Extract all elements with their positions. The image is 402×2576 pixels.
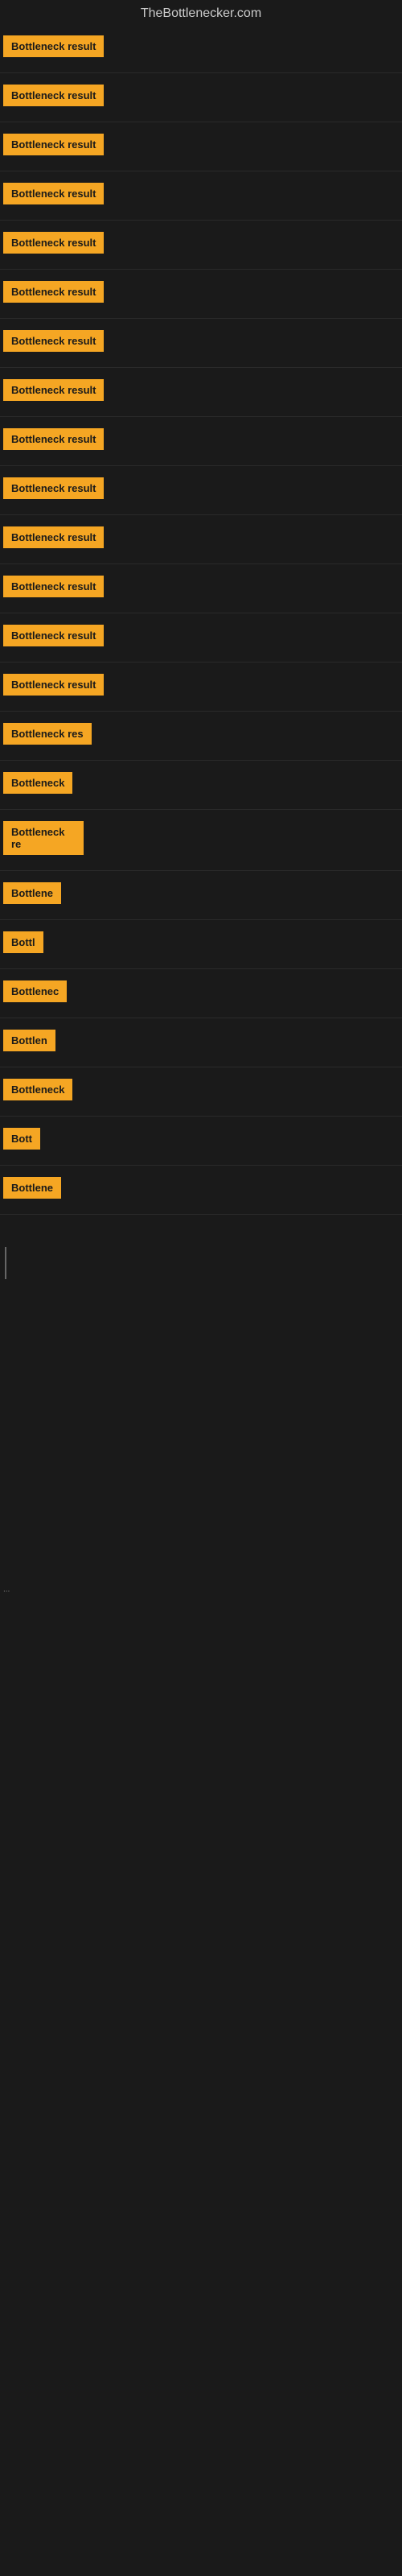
- bottleneck-badge-9[interactable]: Bottleneck result: [3, 428, 104, 450]
- row-18: Bottlene: [0, 871, 402, 920]
- bottleneck-badge-3[interactable]: Bottleneck result: [3, 134, 104, 155]
- row-16: Bottleneck: [0, 761, 402, 810]
- row-15: Bottleneck res: [0, 712, 402, 761]
- row-6: Bottleneck result: [0, 270, 402, 319]
- row-7: Bottleneck result: [0, 319, 402, 368]
- row-12: Bottleneck result: [0, 564, 402, 613]
- row-19: Bottl: [0, 920, 402, 969]
- lower-chart-area: ...: [0, 1215, 402, 2140]
- bottleneck-badge-21[interactable]: Bottlen: [3, 1030, 55, 1051]
- row-2: Bottleneck result: [0, 73, 402, 122]
- bottleneck-badge-18[interactable]: Bottlene: [3, 882, 61, 904]
- bottleneck-badge-11[interactable]: Bottleneck result: [3, 526, 104, 548]
- row-3: Bottleneck result: [0, 122, 402, 171]
- row-14: Bottleneck result: [0, 663, 402, 712]
- row-22: Bottleneck: [0, 1067, 402, 1117]
- row-23: Bott: [0, 1117, 402, 1166]
- row-20: Bottlenec: [0, 969, 402, 1018]
- bottleneck-badge-14[interactable]: Bottleneck result: [3, 674, 104, 696]
- row-9: Bottleneck result: [0, 417, 402, 466]
- row-13: Bottleneck result: [0, 613, 402, 663]
- row-11: Bottleneck result: [0, 515, 402, 564]
- row-4: Bottleneck result: [0, 171, 402, 221]
- bottleneck-badge-13[interactable]: Bottleneck result: [3, 625, 104, 646]
- bottleneck-badge-2[interactable]: Bottleneck result: [3, 85, 104, 106]
- bottleneck-badge-15[interactable]: Bottleneck res: [3, 723, 92, 745]
- bottleneck-badge-1[interactable]: Bottleneck result: [3, 35, 104, 57]
- page-wrapper: TheBottlenecker.com Bottleneck result Bo…: [0, 0, 402, 2576]
- bottleneck-badge-4[interactable]: Bottleneck result: [3, 183, 104, 204]
- row-21: Bottlen: [0, 1018, 402, 1067]
- chart-small-label: ...: [3, 1585, 10, 1594]
- row-10: Bottleneck result: [0, 466, 402, 515]
- row-24: Bottlene: [0, 1166, 402, 1215]
- bottleneck-badge-19[interactable]: Bottl: [3, 931, 43, 953]
- bottleneck-badge-6[interactable]: Bottleneck result: [3, 281, 104, 303]
- bottleneck-badge-24[interactable]: Bottlene: [3, 1177, 61, 1199]
- bottleneck-badge-7[interactable]: Bottleneck result: [3, 330, 104, 352]
- bottleneck-badge-22[interactable]: Bottleneck: [3, 1079, 72, 1100]
- row-1: Bottleneck result: [0, 24, 402, 73]
- site-title: TheBottlenecker.com: [0, 0, 402, 24]
- bottleneck-badge-23[interactable]: Bott: [3, 1128, 40, 1150]
- bottleneck-badge-10[interactable]: Bottleneck result: [3, 477, 104, 499]
- bottleneck-badge-8[interactable]: Bottleneck result: [3, 379, 104, 401]
- row-17: Bottleneck re: [0, 810, 402, 871]
- bottleneck-badge-5[interactable]: Bottleneck result: [3, 232, 104, 254]
- bottleneck-badge-16[interactable]: Bottleneck: [3, 772, 72, 794]
- bottleneck-badge-12[interactable]: Bottleneck result: [3, 576, 104, 597]
- row-5: Bottleneck result: [0, 221, 402, 270]
- row-8: Bottleneck result: [0, 368, 402, 417]
- bottleneck-badge-17[interactable]: Bottleneck re: [3, 821, 84, 855]
- bottleneck-badge-20[interactable]: Bottlenec: [3, 980, 67, 1002]
- vertical-indicator: [5, 1247, 6, 1279]
